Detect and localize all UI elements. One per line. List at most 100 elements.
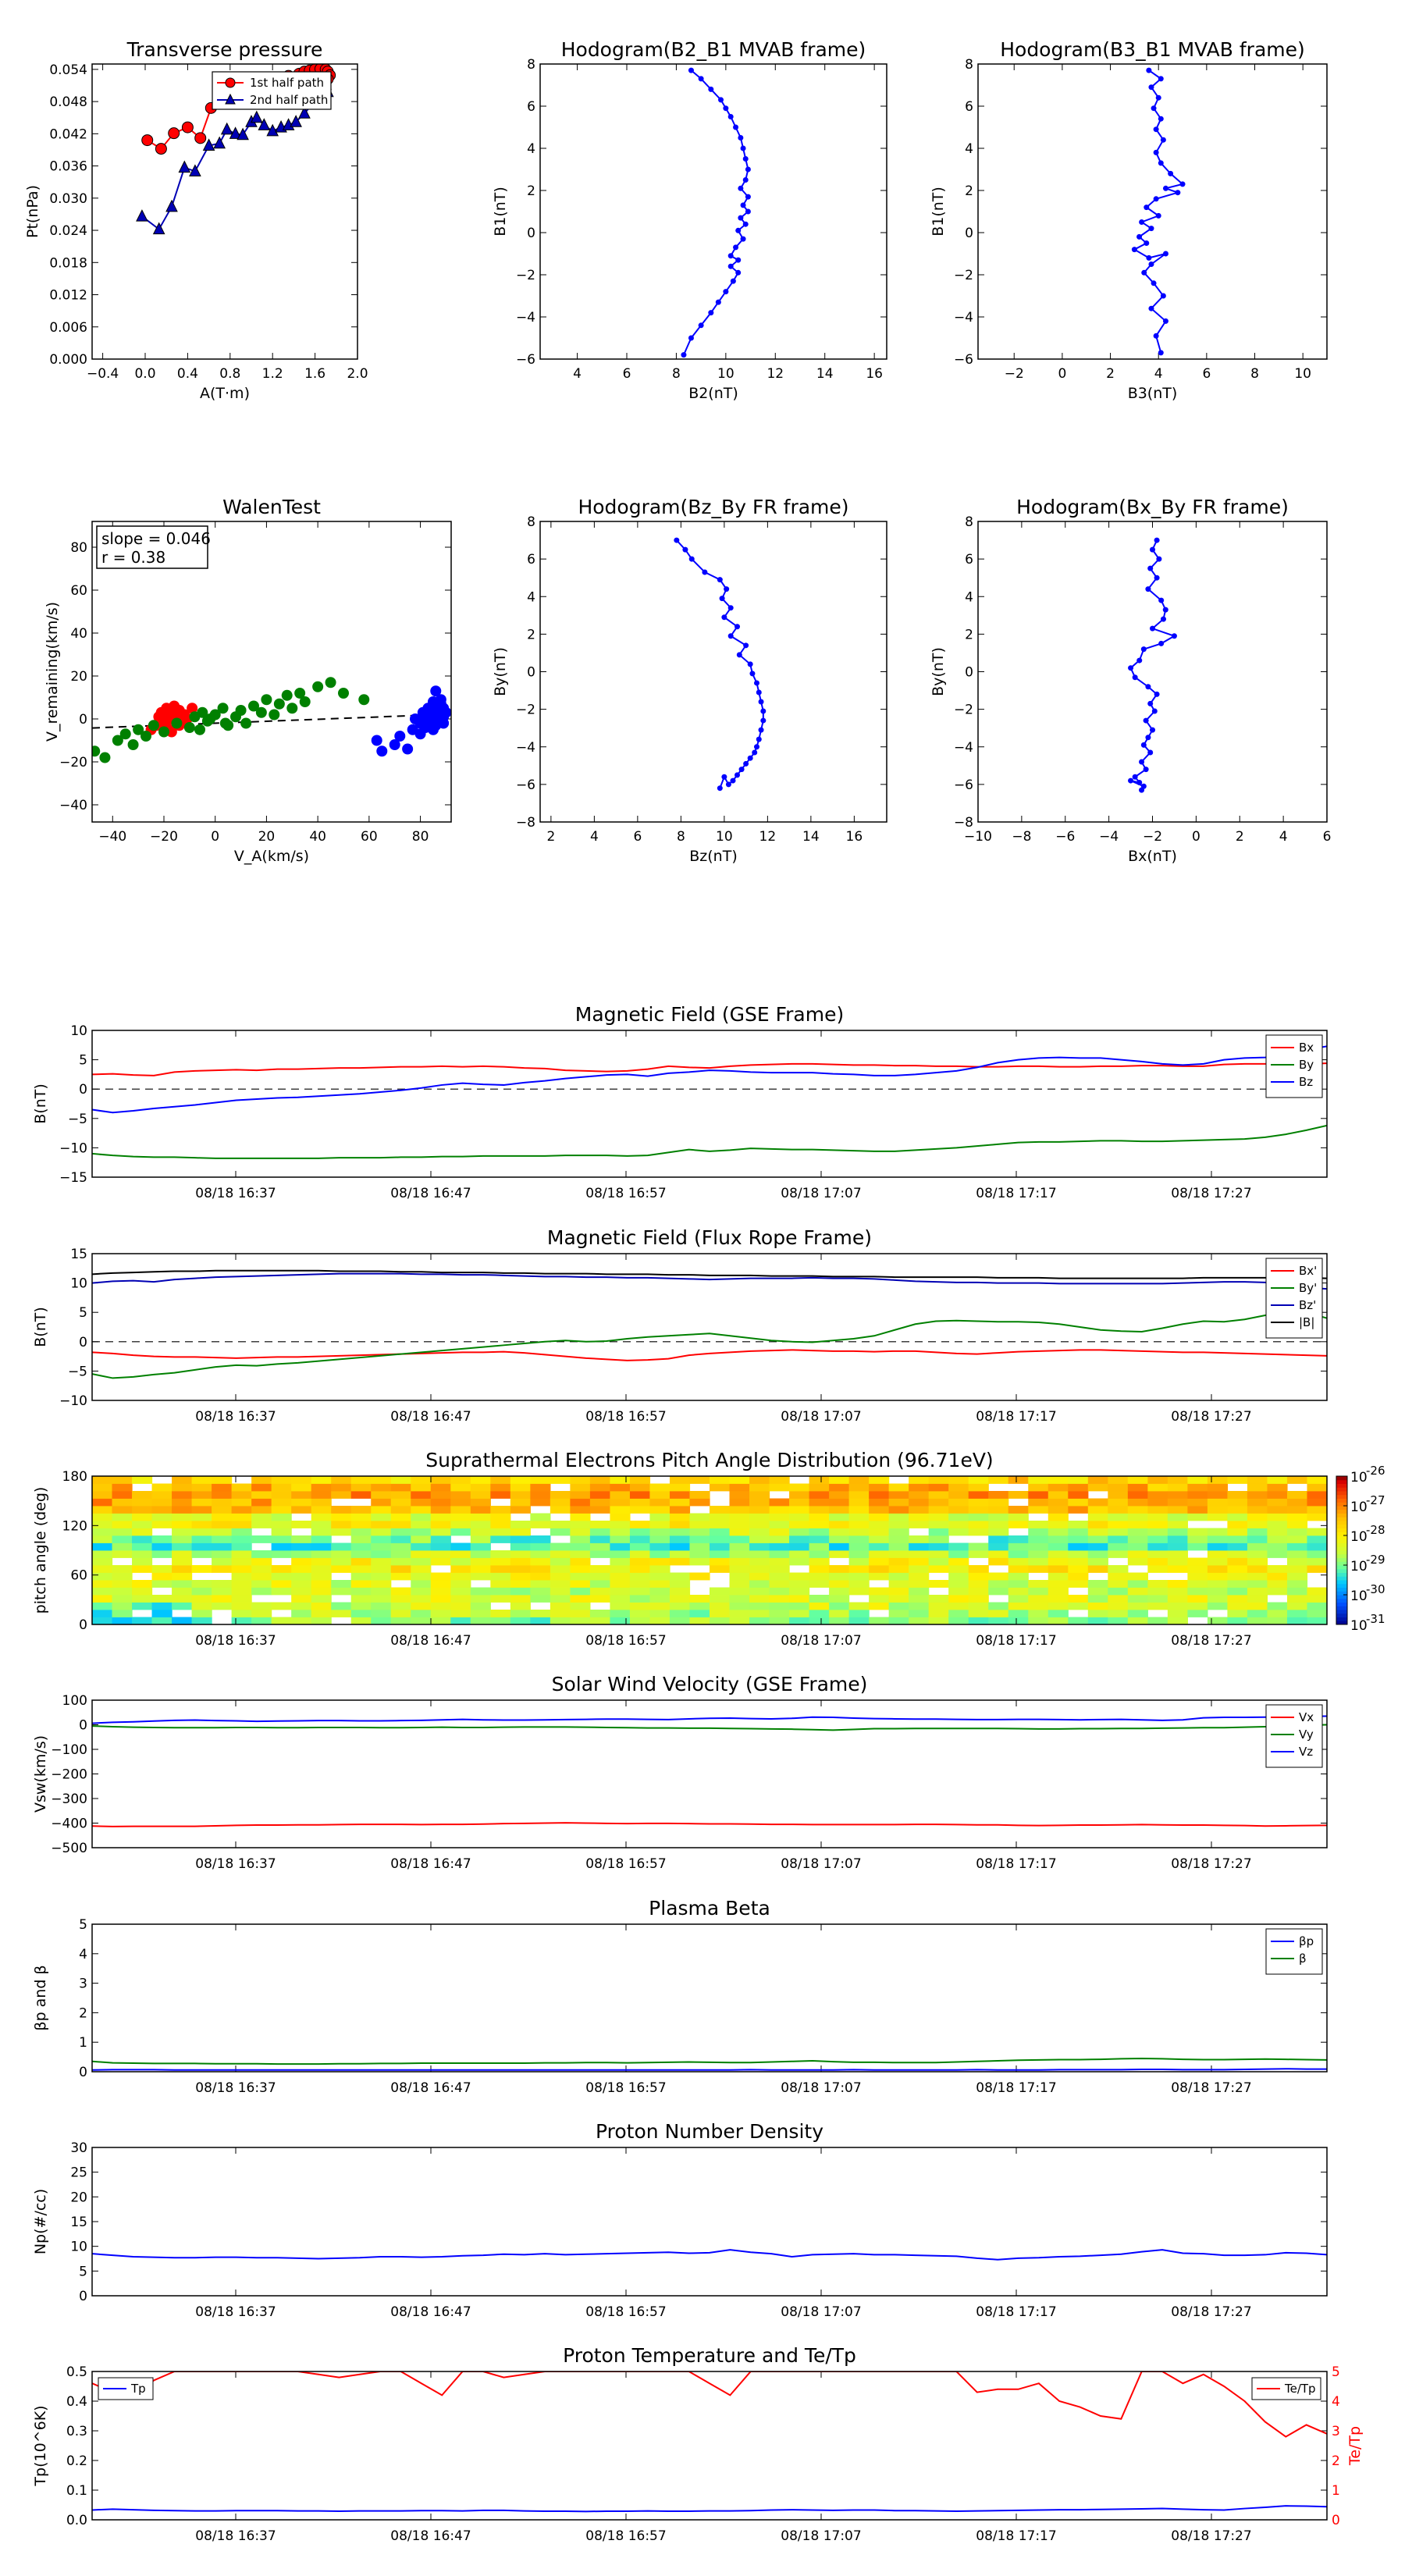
heatmap-cell	[151, 1565, 173, 1573]
heatmap-cell	[450, 1602, 471, 1610]
heatmap-cell	[350, 1602, 372, 1610]
heatmap-cell	[1127, 1587, 1148, 1596]
heatmap-cell	[968, 1572, 989, 1581]
dot-marker	[708, 310, 714, 316]
heatmap-cell	[928, 1513, 949, 1521]
dot-marker	[698, 322, 704, 329]
heatmap-cell	[610, 1506, 631, 1514]
dot-marker	[742, 156, 749, 162]
y-tick-label: 0	[527, 226, 535, 241]
heatmap-cell	[988, 1498, 1009, 1507]
heatmap-cell	[1028, 1491, 1049, 1499]
heatmap-cell	[888, 1565, 909, 1573]
colorbar-segment	[1336, 1598, 1347, 1603]
heatmap-cell	[749, 1572, 770, 1581]
y-tick-label: −6	[516, 352, 535, 368]
heatmap-cell	[948, 1513, 969, 1521]
dot-marker	[758, 699, 764, 705]
heatmap-cell	[191, 1483, 212, 1492]
heatmap-cell	[1127, 1513, 1148, 1521]
y-tick-label: 0.012	[49, 288, 87, 304]
y-tick-label: −400	[51, 1816, 87, 1832]
heatmap-cell	[172, 1521, 193, 1528]
heatmap-cell	[769, 1513, 790, 1521]
heatmap-cell	[1286, 1610, 1308, 1617]
heatmap-cell	[390, 1565, 411, 1573]
heatmap-cell	[331, 1580, 352, 1588]
heatmap-cell	[1028, 1521, 1049, 1528]
heatmap-cell	[291, 1610, 312, 1617]
dot-marker	[727, 263, 734, 269]
heatmap-cell	[669, 1602, 691, 1610]
x-tick-label: 4	[590, 829, 599, 845]
heatmap-cell	[132, 1580, 153, 1588]
panel-title: Hodogram(Bz_By FR frame)	[578, 496, 848, 518]
heatmap-cell	[948, 1528, 969, 1536]
heatmap-cell	[172, 1528, 193, 1536]
heatmap-cell	[610, 1602, 631, 1610]
heatmap-cell	[710, 1535, 731, 1543]
heatmap-cell	[1008, 1476, 1029, 1484]
heatmap-cell	[251, 1587, 272, 1596]
heatmap-cell	[869, 1506, 890, 1514]
heatmap-cell	[888, 1491, 909, 1499]
heatmap-cell	[191, 1535, 212, 1543]
heatmap-cell	[411, 1610, 432, 1617]
y-axis-label: B1(nT)	[930, 187, 947, 237]
heatmap-cell	[112, 1476, 133, 1484]
heatmap-cell	[1127, 1528, 1148, 1536]
heatmap-cell	[1167, 1483, 1188, 1492]
legend-label: Bx'	[1299, 1264, 1317, 1278]
heatmap-cell	[968, 1491, 989, 1499]
dot-marker	[1153, 333, 1159, 339]
heatmap-cell	[570, 1617, 591, 1625]
heatmap-cell	[1108, 1542, 1129, 1551]
heatmap-cell	[291, 1498, 312, 1507]
y-tick-label: −40	[59, 798, 87, 813]
heatmap-cell	[490, 1557, 511, 1566]
heatmap-cell	[1247, 1521, 1268, 1528]
heatmap-cell	[1207, 1483, 1229, 1492]
heatmap-cell	[271, 1498, 292, 1507]
dot-marker	[1158, 76, 1164, 82]
y2-tick-label: 1	[1332, 2483, 1340, 2499]
heatmap-cell	[888, 1528, 909, 1536]
heatmap-cell	[450, 1587, 471, 1596]
heatmap-cell	[212, 1557, 233, 1566]
heatmap-cell	[1187, 1587, 1208, 1596]
heatmap-cell	[490, 1572, 511, 1581]
dot-marker	[1158, 116, 1164, 122]
y-tick-label: −200	[51, 1767, 87, 1783]
heatmap-cell	[251, 1513, 272, 1521]
heatmap-cell	[1207, 1572, 1229, 1581]
x-axis-label: B3(nT)	[1128, 385, 1178, 402]
heatmap-cell	[669, 1528, 691, 1536]
heatmap-cell	[649, 1513, 670, 1521]
heatmap-cell	[331, 1483, 352, 1492]
heatmap-cell	[1048, 1506, 1069, 1514]
heatmap-cell	[610, 1580, 631, 1588]
heatmap-cell	[1147, 1483, 1168, 1492]
heatmap-cell	[1147, 1595, 1168, 1603]
heatmap-cell	[848, 1617, 870, 1625]
heatmap-cell	[988, 1491, 1009, 1499]
heatmap-cell	[470, 1506, 491, 1514]
y-tick-label: 0.4	[66, 2394, 87, 2410]
heatmap-cell	[212, 1542, 233, 1551]
heatmap-cell	[550, 1521, 571, 1528]
heatmap-cell	[1307, 1617, 1328, 1625]
heatmap-cell	[112, 1542, 133, 1551]
heatmap-cell	[172, 1513, 193, 1521]
heatmap-cell	[848, 1550, 870, 1558]
x-axis-label: Bz(nT)	[689, 848, 737, 865]
heatmap-cell	[191, 1498, 212, 1507]
heatmap-cell	[789, 1617, 810, 1625]
dot-marker	[1153, 196, 1159, 202]
time-tick-label: 08/18 17:17	[976, 2304, 1056, 2320]
heatmap-cell	[710, 1483, 731, 1492]
heatmap-cell	[749, 1483, 770, 1492]
y-tick-label: 6	[527, 99, 535, 115]
colorbar-segment	[1336, 1535, 1347, 1540]
heatmap-cell	[988, 1476, 1009, 1484]
heatmap-cell	[450, 1506, 471, 1514]
